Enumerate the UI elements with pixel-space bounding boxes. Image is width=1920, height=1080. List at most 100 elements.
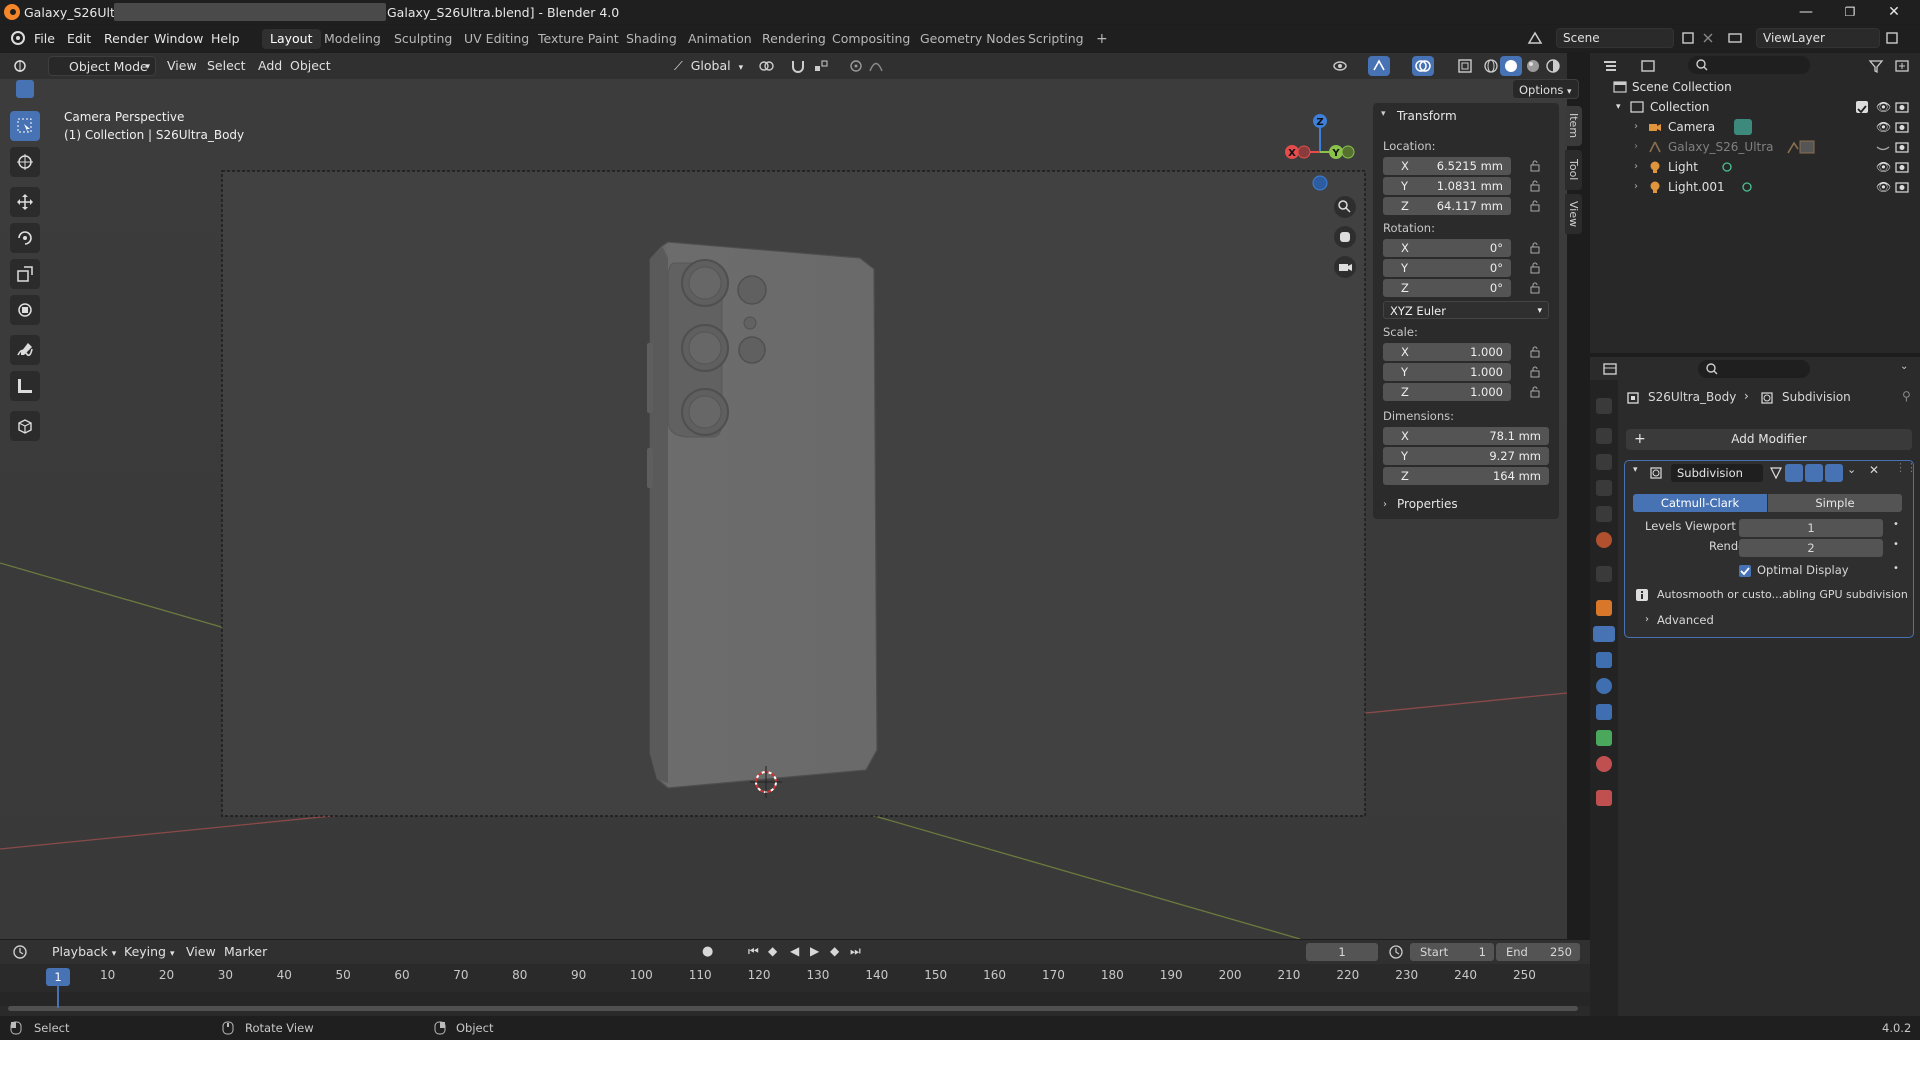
- add-cube-tool[interactable]: [10, 411, 40, 441]
- location-z-field[interactable]: Z 64.117 mm: [1383, 197, 1511, 215]
- solid-shading-button[interactable]: [1500, 56, 1522, 76]
- constraints-tab-icon[interactable]: [1596, 704, 1612, 720]
- play-reverse-icon[interactable]: ◀: [790, 944, 799, 958]
- texture-tab-icon[interactable]: [1596, 790, 1612, 806]
- start-frame-field[interactable]: Start 1: [1410, 943, 1494, 961]
- modifier-wrench-tab-icon[interactable]: [1593, 626, 1615, 642]
- timeline-scrollbar[interactable]: [8, 1006, 1578, 1011]
- catmull-clark-button[interactable]: Catmull-Clark: [1633, 494, 1767, 512]
- rotate-tool[interactable]: [10, 223, 40, 253]
- playhead-frame-label[interactable]: 1: [46, 968, 70, 986]
- outliner-item-camera[interactable]: › Camera 👁: [1590, 117, 1920, 137]
- mesh-data-tab-icon[interactable]: [1596, 730, 1612, 746]
- rotation-y-field[interactable]: Y 0°: [1383, 259, 1511, 277]
- render-camera-icon[interactable]: [1895, 120, 1909, 134]
- scale-x-field[interactable]: X 1.000: [1383, 343, 1511, 361]
- menu-render[interactable]: Render: [104, 31, 149, 46]
- properties-header[interactable]: Properties: [1397, 497, 1458, 511]
- tool-tab-icon[interactable]: [1596, 398, 1612, 414]
- advanced-subpanel-header[interactable]: Advanced: [1657, 613, 1714, 627]
- render-tab-icon[interactable]: [1596, 428, 1612, 444]
- chevron-right-icon[interactable]: ›: [1383, 499, 1387, 510]
- pin-icon[interactable]: ⚲: [1902, 389, 1911, 403]
- lock-icon[interactable]: [1529, 386, 1541, 398]
- viewport-display-toggle-icon[interactable]: [1805, 464, 1823, 482]
- tab-layout[interactable]: Layout: [262, 29, 321, 49]
- tab-compositing[interactable]: Compositing: [824, 29, 918, 49]
- object-mode-dropdown[interactable]: Object Mode ▾: [48, 56, 156, 76]
- tab-sculpting[interactable]: Sculpting: [386, 29, 460, 49]
- keyframe-dot-icon[interactable]: •: [1893, 519, 1899, 530]
- close-button[interactable]: ✕: [1874, 2, 1914, 22]
- chevron-right-icon[interactable]: ›: [1634, 177, 1638, 197]
- menu-keying[interactable]: Keying ▾: [118, 942, 181, 962]
- camera-view-icon[interactable]: [1334, 256, 1356, 278]
- lock-icon[interactable]: [1529, 346, 1541, 358]
- scene-field[interactable]: Scene: [1556, 28, 1674, 48]
- menu-add[interactable]: Add: [252, 56, 288, 76]
- render-camera-icon[interactable]: [1895, 140, 1909, 154]
- particles-tab-icon[interactable]: [1596, 652, 1612, 668]
- outliner-search-input[interactable]: [1688, 56, 1810, 74]
- tab-rendering[interactable]: Rendering: [754, 29, 834, 49]
- selection-mode-buttons[interactable]: [16, 80, 114, 98]
- chevron-down-icon[interactable]: ⌄: [1900, 361, 1908, 372]
- select-extend-icon[interactable]: [36, 80, 54, 98]
- lock-icon[interactable]: [1529, 180, 1541, 192]
- new-collection-icon[interactable]: [1894, 58, 1910, 74]
- chevron-right-icon[interactable]: ›: [1634, 157, 1638, 177]
- delete-scene-icon[interactable]: [1700, 30, 1716, 46]
- remove-modifier-icon[interactable]: ✕: [1869, 463, 1879, 477]
- location-y-field[interactable]: Y 1.0831 mm: [1383, 177, 1511, 195]
- chevron-down-icon[interactable]: ▾: [1381, 109, 1386, 119]
- chevron-down-icon[interactable]: ▾: [1633, 465, 1638, 475]
- transform-header[interactable]: Transform: [1397, 109, 1457, 123]
- rendered-shading-icon[interactable]: [1545, 58, 1561, 74]
- view-layer-tab-icon[interactable]: [1596, 480, 1612, 496]
- camera-data-icon[interactable]: [1734, 119, 1752, 135]
- collection-row[interactable]: ▾ Collection 👁: [1590, 97, 1920, 117]
- render-camera-icon[interactable]: [1895, 100, 1909, 114]
- scale-y-field[interactable]: Y 1.000: [1383, 363, 1511, 381]
- preview-range-icon[interactable]: [1388, 944, 1404, 960]
- select-box-tool[interactable]: [10, 111, 40, 141]
- editor-type-icon[interactable]: [12, 58, 28, 74]
- scale-z-field[interactable]: Z 1.000: [1383, 383, 1511, 401]
- properties-search-input[interactable]: [1698, 360, 1810, 378]
- menu-view[interactable]: View: [161, 56, 203, 76]
- frame-ruler[interactable]: 10 20 30 40 50 60 70 80 90 100 110 120 130 140 150 160 1…: [0, 968, 1590, 988]
- light-data-icon[interactable]: [1720, 160, 1734, 174]
- new-view-layer-icon[interactable]: [1884, 30, 1900, 46]
- scene-icon[interactable]: [1527, 30, 1543, 46]
- minimize-button[interactable]: —: [1786, 2, 1826, 22]
- next-keyframe-icon[interactable]: ◆: [830, 944, 839, 958]
- select-intersect-icon[interactable]: [96, 80, 114, 98]
- material-shading-icon[interactable]: [1525, 58, 1541, 74]
- move-tool[interactable]: [10, 187, 40, 217]
- wireframe-shading-icon[interactable]: [1483, 58, 1499, 74]
- optimal-display-checkbox[interactable]: [1739, 565, 1751, 577]
- view-layer-icon[interactable]: [1727, 30, 1743, 46]
- modifier-mesh-icons[interactable]: [1786, 139, 1816, 155]
- tab-view[interactable]: View: [1565, 194, 1582, 234]
- lock-icon[interactable]: [1529, 262, 1541, 274]
- render-levels-field[interactable]: 2: [1739, 539, 1883, 557]
- options-dropdown[interactable]: Options ▾: [1512, 79, 1579, 99]
- chevron-down-icon[interactable]: ⌄: [1847, 463, 1856, 476]
- outliner-item-galaxy[interactable]: › Galaxy_S26_Ultra: [1590, 137, 1920, 157]
- jump-start-icon[interactable]: ⏮: [748, 944, 759, 959]
- overlay-toggle-button[interactable]: [1412, 56, 1434, 76]
- menu-help[interactable]: Help: [211, 31, 240, 46]
- chevron-right-icon[interactable]: ›: [1645, 614, 1649, 625]
- lock-icon[interactable]: [1529, 282, 1541, 294]
- add-workspace-button[interactable]: +: [1088, 29, 1116, 49]
- menu-window[interactable]: Window: [154, 31, 203, 46]
- annotate-tool[interactable]: [10, 335, 40, 365]
- pan-hand-icon[interactable]: [1334, 226, 1356, 248]
- pivot-icon[interactable]: [758, 58, 774, 74]
- cursor-tool[interactable]: [10, 147, 40, 177]
- render-toggle-icon[interactable]: [1825, 464, 1843, 482]
- outliner-editor-icon[interactable]: [1602, 58, 1618, 74]
- lock-icon[interactable]: [1529, 200, 1541, 212]
- select-new-icon[interactable]: [16, 80, 34, 98]
